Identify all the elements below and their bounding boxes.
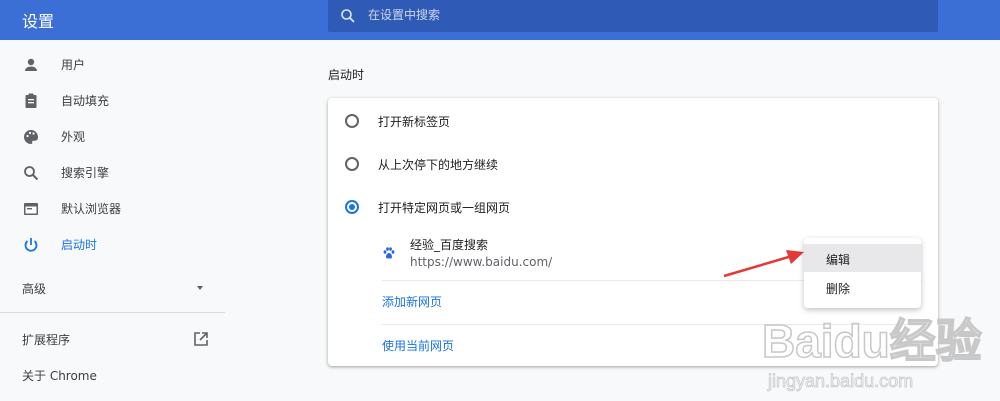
baidu-paw-icon <box>383 247 395 259</box>
palette-icon <box>24 130 38 144</box>
option-label: 从上次停下的地方继续 <box>378 158 499 172</box>
power-icon <box>24 238 38 252</box>
person-icon <box>25 58 37 71</box>
baidu-jingyan-watermark: Baidu经验 jingyan.baidu.com <box>761 314 982 391</box>
section-title: 启动时 <box>328 68 365 82</box>
top-bar: 设置 在设置中搜索 <box>0 0 1000 40</box>
use-current-pages-link[interactable]: 使用当前网页 <box>382 337 454 354</box>
sidebar-item-label: 搜索引擎 <box>61 166 110 180</box>
sidebar-about-chrome[interactable]: 关于 Chrome <box>22 367 97 384</box>
option-label: 打开新标签页 <box>378 115 451 129</box>
sidebar-item-people[interactable]: 用户 <box>0 47 225 83</box>
startup-page-url: https://www.baidu.com/ <box>410 255 553 269</box>
radio-button[interactable] <box>345 114 359 128</box>
search-box[interactable]: 在设置中搜索 <box>328 0 938 32</box>
divider <box>0 312 225 313</box>
sidebar-extensions[interactable]: 扩展程序 <box>22 331 70 348</box>
menu-item-label: 编辑 <box>826 253 851 267</box>
sidebar-item-default-browser[interactable]: 默认浏览器 <box>0 191 225 227</box>
search-icon <box>24 166 39 181</box>
watermark-brand-text: Baidu经验 <box>762 315 982 367</box>
sidebar-item-label: 外观 <box>61 130 86 144</box>
startup-option-new-tab[interactable]: 打开新标签页 <box>328 100 938 140</box>
search-icon <box>341 9 355 23</box>
sidebar-item-label: 默认浏览器 <box>61 202 122 216</box>
sidebar-item-appearance[interactable]: 外观 <box>0 119 225 155</box>
menu-item-delete[interactable]: 删除 <box>804 273 921 301</box>
menu-item-label: 删除 <box>826 282 851 296</box>
startup-option-specific-pages[interactable]: 打开特定网页或一组网页 <box>328 186 938 226</box>
sidebar-item-search-engine[interactable]: 搜索引擎 <box>0 155 225 191</box>
add-new-page-link[interactable]: 添加新网页 <box>382 293 442 310</box>
page-title: 设置 <box>22 12 55 31</box>
radio-button[interactable] <box>345 200 359 214</box>
chevron-down-icon[interactable] <box>195 284 205 292</box>
radio-button[interactable] <box>345 157 359 171</box>
sidebar: 用户 自动填充 外观 搜索引擎 默认浏览器 启动时 高级 扩展程序 关于 Chr… <box>0 40 225 401</box>
watermark-url-text: jingyan.baidu.com <box>767 371 913 391</box>
sidebar-item-label: 自动填充 <box>61 94 110 108</box>
clipboard-icon <box>25 93 37 108</box>
open-in-new-icon[interactable] <box>193 331 209 347</box>
startup-option-continue[interactable]: 从上次停下的地方继续 <box>328 143 938 183</box>
search-input[interactable]: 在设置中搜索 <box>368 6 440 23</box>
sidebar-item-on-startup[interactable]: 启动时 <box>0 227 225 263</box>
annotation-arrow-icon <box>723 250 804 278</box>
browser-icon <box>24 203 38 215</box>
startup-page-name: 经验_百度搜索 <box>410 238 489 252</box>
sidebar-item-autofill[interactable]: 自动填充 <box>0 83 225 119</box>
sidebar-item-label: 用户 <box>61 58 86 72</box>
context-menu: 编辑 删除 <box>804 238 921 308</box>
option-label: 打开特定网页或一组网页 <box>378 201 511 215</box>
sidebar-item-label: 启动时 <box>61 238 98 252</box>
sidebar-advanced[interactable]: 高级 <box>22 280 46 297</box>
menu-item-edit[interactable]: 编辑 <box>804 244 921 272</box>
